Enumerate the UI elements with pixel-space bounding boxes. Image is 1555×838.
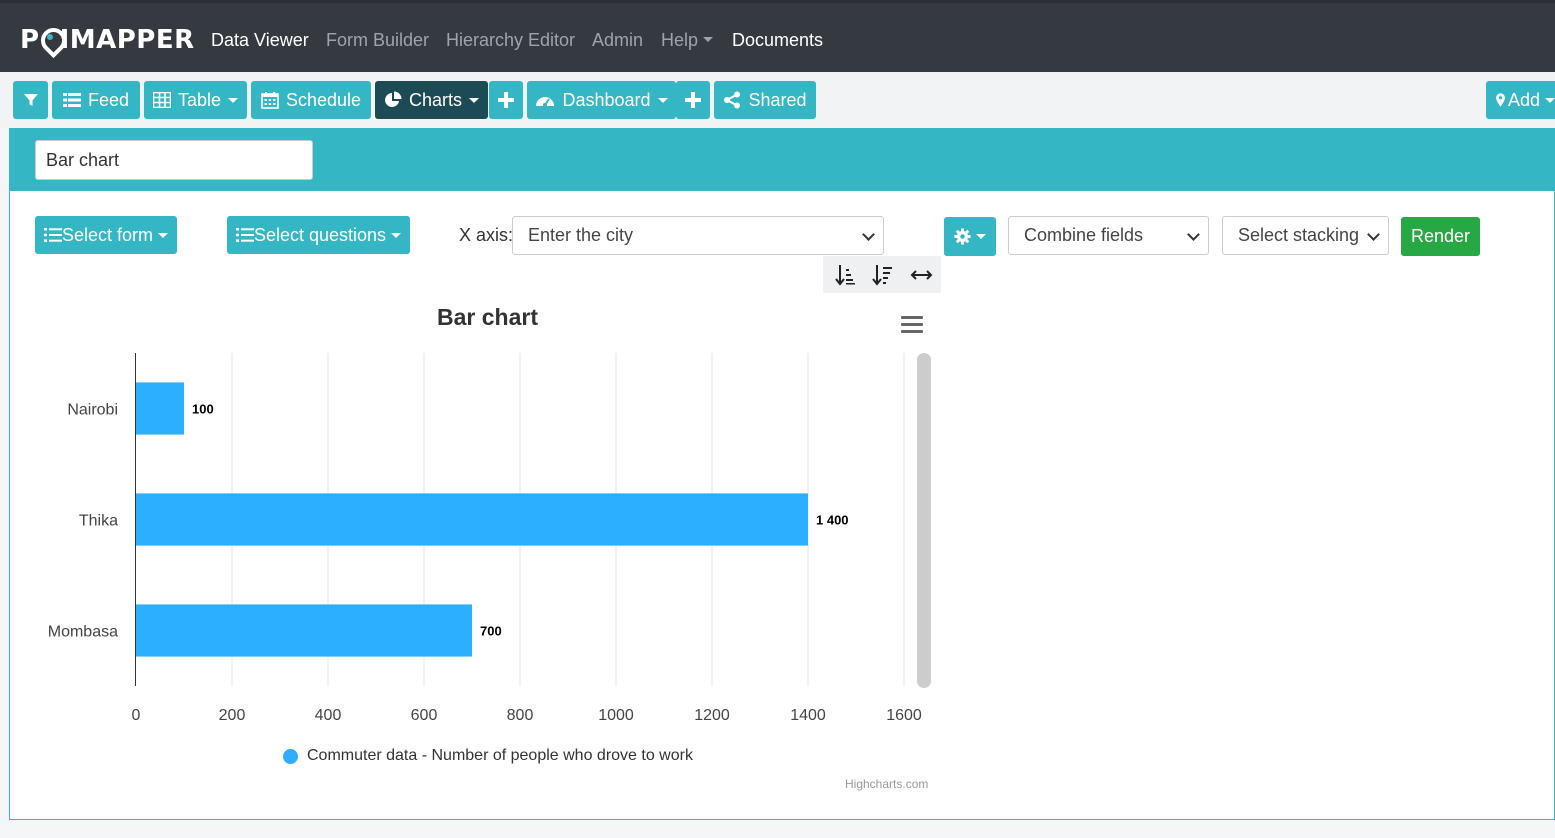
- chart-legend[interactable]: Commuter data - Number of people who dro…: [283, 747, 693, 765]
- menu-line: [901, 330, 923, 333]
- sort-amount-asc-icon: [835, 265, 855, 286]
- shared-label: Shared: [748, 89, 807, 110]
- brand-logo[interactable]: P IMAPPER: [20, 25, 195, 55]
- chevron-down-icon: [1187, 228, 1200, 241]
- stacking-select[interactable]: Select stacking: [1222, 216, 1389, 255]
- legend-label: Commuter data - Number of people who dro…: [307, 747, 693, 764]
- sort-amount-desc-icon: [872, 265, 892, 286]
- feed-button[interactable]: Feed: [52, 81, 140, 119]
- nav-documents[interactable]: Documents: [732, 30, 823, 51]
- pie-chart-icon: [385, 91, 402, 107]
- nav-form-builder[interactable]: Form Builder: [326, 30, 429, 51]
- swap-axis-button[interactable]: [902, 256, 941, 293]
- panel-header: [10, 129, 1555, 191]
- nav-help[interactable]: Help: [661, 30, 714, 51]
- caret-down-icon: [469, 97, 479, 103]
- caret-down-icon: [158, 232, 169, 238]
- plus-icon: [685, 92, 701, 108]
- xaxis-select-value: Enter the city: [528, 225, 634, 245]
- chevron-down-icon: [1367, 228, 1380, 241]
- charts-button[interactable]: Charts: [375, 81, 488, 119]
- schedule-label: Schedule: [285, 89, 362, 110]
- table-label: Table: [177, 89, 222, 110]
- chevron-down-icon: [862, 228, 875, 241]
- map-marker-icon: [1496, 93, 1505, 107]
- dashboard-button[interactable]: Dashboard: [527, 81, 676, 119]
- calendar-icon: [261, 92, 279, 109]
- share-icon: [724, 91, 741, 109]
- chart-credits[interactable]: Highcharts.com: [845, 777, 928, 791]
- add-label: Add: [1507, 89, 1540, 110]
- sort-toolbar: [823, 256, 941, 293]
- list-ol-icon: [43, 228, 62, 242]
- arrows-horizontal-icon: [910, 270, 933, 280]
- chart-menu-icon[interactable]: [901, 316, 923, 334]
- xaxis-label: X axis:: [459, 225, 514, 245]
- add-location-button[interactable]: Add: [1486, 81, 1555, 119]
- filter-button[interactable]: [13, 81, 48, 119]
- bar[interactable]: [136, 604, 472, 657]
- caret-down-icon: [703, 37, 714, 42]
- bar[interactable]: [136, 493, 808, 546]
- charts-label: Charts: [408, 89, 462, 110]
- brand-text-part: P: [20, 25, 40, 55]
- sort-descending-button[interactable]: [863, 256, 902, 293]
- table-icon: [152, 92, 171, 108]
- bar[interactable]: [136, 382, 184, 435]
- map-pin-logo-icon: [40, 28, 60, 50]
- combine-fields-value: Combine fields: [1024, 225, 1144, 245]
- filter-icon: [23, 94, 38, 106]
- nav-data-viewer[interactable]: Data Viewer: [211, 30, 309, 51]
- caret-down-icon: [391, 232, 402, 238]
- top-navbar: P IMAPPER Data Viewer Form Builder Hierar…: [0, 0, 1555, 72]
- nav-help-label: Help: [661, 30, 699, 50]
- gear-icon: [954, 228, 971, 245]
- plus-icon: [498, 92, 514, 108]
- settings-button[interactable]: [944, 217, 996, 256]
- chart-title: Bar chart: [437, 304, 538, 330]
- brand-text: P IMAPPER: [20, 25, 195, 55]
- dashboard-icon: [536, 97, 555, 107]
- menu-line: [901, 316, 923, 319]
- select-questions-label: Select questions: [253, 224, 387, 245]
- schedule-button[interactable]: Schedule: [251, 81, 371, 119]
- caret-down-icon: [976, 234, 986, 239]
- shared-button[interactable]: Shared: [714, 81, 816, 119]
- table-button[interactable]: Table: [144, 81, 247, 119]
- render-button[interactable]: Render: [1401, 217, 1480, 256]
- legend-marker: [283, 748, 298, 764]
- stacking-value: Select stacking: [1238, 225, 1360, 245]
- list-ol-icon: [235, 228, 254, 242]
- menu-line: [901, 323, 923, 326]
- sort-ascending-button[interactable]: [825, 256, 864, 293]
- feed-label: Feed: [87, 89, 130, 110]
- select-form-label: Select form: [61, 224, 154, 245]
- combine-fields-select[interactable]: Combine fields: [1008, 216, 1209, 255]
- select-questions-button[interactable]: Select questions: [227, 216, 410, 254]
- caret-down-icon: [1545, 97, 1555, 103]
- caret-down-icon: [228, 97, 239, 103]
- add-dashboard-button[interactable]: [676, 81, 710, 119]
- select-form-button[interactable]: Select form: [35, 216, 177, 254]
- xaxis-select[interactable]: Enter the city: [512, 216, 884, 255]
- nav-admin[interactable]: Admin: [592, 30, 643, 51]
- add-chart-button[interactable]: [489, 81, 523, 119]
- dashboard-label: Dashboard: [562, 89, 651, 110]
- nav-hierarchy-editor[interactable]: Hierarchy Editor: [446, 30, 575, 51]
- caret-down-icon: [657, 97, 668, 103]
- list-icon: [62, 93, 81, 107]
- chart-name-input[interactable]: [35, 140, 313, 180]
- brand-text-part: IMAPPER: [59, 25, 195, 55]
